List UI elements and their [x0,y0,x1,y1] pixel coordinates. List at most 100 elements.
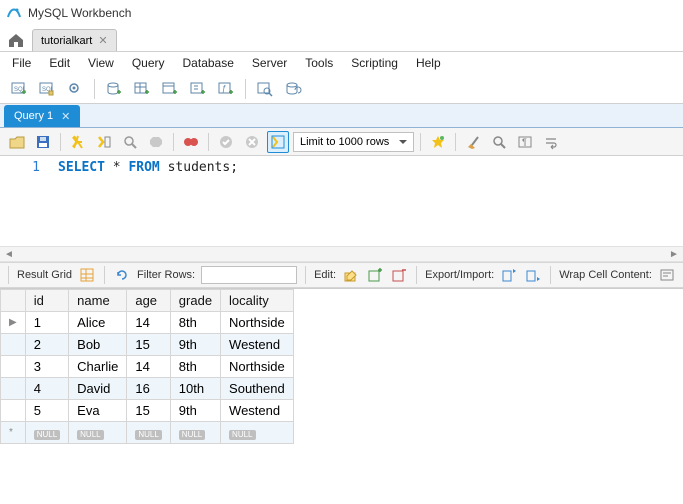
cell[interactable]: 15 [127,400,170,422]
column-header-age[interactable]: age [127,290,170,312]
cell[interactable]: 14 [127,312,170,334]
cell[interactable]: Northside [221,356,294,378]
menu-edit[interactable]: Edit [41,54,78,72]
cell[interactable]: Southend [221,378,294,400]
query-tab-bar: Query 1 ✕ [0,104,683,128]
export-button[interactable] [500,266,518,284]
execute-current-button[interactable] [93,131,115,153]
filter-rows-input[interactable] [201,266,297,284]
menu-help[interactable]: Help [408,54,449,72]
column-header-grade[interactable]: grade [170,290,220,312]
cell-null[interactable]: NULL [127,422,170,444]
connection-tab-tutorialkart[interactable]: tutorialkart ✕ [32,29,117,51]
cell[interactable]: Westend [221,334,294,356]
table-row[interactable]: 5 Eva 15 9th Westend [1,400,294,422]
horizontal-scrollbar[interactable]: ◄ ► [0,246,683,262]
open-script-button[interactable] [6,131,28,153]
menu-view[interactable]: View [80,54,122,72]
create-view-button[interactable] [159,78,181,100]
new-sql-tab-button[interactable]: SQL [8,78,30,100]
menu-tools[interactable]: Tools [297,54,341,72]
result-grid-icon[interactable] [78,266,96,284]
cell[interactable]: 10th [170,378,220,400]
cell-null[interactable]: NULL [25,422,68,444]
explain-button[interactable] [119,131,141,153]
rollback-button[interactable] [241,131,263,153]
table-row[interactable]: 4 David 16 10th Southend [1,378,294,400]
commit-button[interactable] [215,131,237,153]
cell[interactable]: 14 [127,356,170,378]
execute-button[interactable] [67,131,89,153]
scroll-left-icon[interactable]: ◄ [2,247,16,261]
menu-server[interactable]: Server [244,54,295,72]
column-header-locality[interactable]: locality [221,290,294,312]
brush-button[interactable] [462,131,484,153]
home-button[interactable] [4,29,28,51]
invisible-chars-button[interactable]: ¶ [514,131,536,153]
menu-database[interactable]: Database [175,54,242,72]
beautify-button[interactable] [427,131,449,153]
cell[interactable]: 3 [25,356,68,378]
result-table[interactable]: id name age grade locality ▶ 1 Alice 14 … [0,289,294,444]
search-table-data-button[interactable] [254,78,276,100]
word-wrap-button[interactable] [540,131,562,153]
cell[interactable]: Westend [221,400,294,422]
reconnect-button[interactable] [282,78,304,100]
menu-file[interactable]: File [4,54,39,72]
cell[interactable]: Bob [69,334,127,356]
cell-null[interactable]: NULL [69,422,127,444]
cell[interactable]: 16 [127,378,170,400]
cell[interactable]: 9th [170,400,220,422]
column-header-id[interactable]: id [25,290,68,312]
save-script-button[interactable] [32,131,54,153]
find-button[interactable] [488,131,510,153]
open-sql-file-button[interactable]: SQL [36,78,58,100]
table-row[interactable]: 2 Bob 15 9th Westend [1,334,294,356]
cell[interactable]: 1 [25,312,68,334]
stop-button[interactable] [145,131,167,153]
close-icon[interactable]: ✕ [61,110,70,123]
cell[interactable]: 9th [170,334,220,356]
cell[interactable]: 8th [170,356,220,378]
cell[interactable]: 2 [25,334,68,356]
limit-rows-dropdown[interactable]: Limit to 1000 rows [293,132,414,152]
cell-null[interactable]: NULL [170,422,220,444]
cell[interactable]: 8th [170,312,220,334]
close-icon[interactable]: ✕ [98,34,107,47]
cell[interactable]: David [69,378,127,400]
cell[interactable]: Eva [69,400,127,422]
table-row[interactable]: ▶ 1 Alice 14 8th Northside [1,312,294,334]
cell[interactable]: Charlie [69,356,127,378]
create-schema-button[interactable] [103,78,125,100]
create-table-button[interactable] [131,78,153,100]
delete-row-button[interactable] [390,266,408,284]
code-area[interactable]: SELECT * FROM students; [50,160,238,246]
create-function-button[interactable]: ƒ [215,78,237,100]
create-procedure-button[interactable] [187,78,209,100]
scroll-right-icon[interactable]: ► [667,247,681,261]
menu-scripting[interactable]: Scripting [343,54,406,72]
query-tab-1[interactable]: Query 1 ✕ [4,105,80,127]
row-indicator [1,356,26,378]
refresh-button[interactable] [113,266,131,284]
insert-row[interactable]: * NULL NULL NULL NULL NULL [1,422,294,444]
table-row[interactable]: 3 Charlie 14 8th Northside [1,356,294,378]
column-header-name[interactable]: name [69,290,127,312]
edit-row-button[interactable] [342,266,360,284]
import-button[interactable] [524,266,542,284]
cell[interactable]: 4 [25,378,68,400]
cell-null[interactable]: NULL [221,422,294,444]
cell[interactable]: Alice [69,312,127,334]
autocommit-toggle[interactable] [267,131,289,153]
wrap-cell-button[interactable] [658,266,676,284]
result-grid[interactable]: id name age grade locality ▶ 1 Alice 14 … [0,288,683,444]
sql-keyword-from: FROM [128,160,159,175]
menu-query[interactable]: Query [124,54,173,72]
cell[interactable]: 5 [25,400,68,422]
sql-editor[interactable]: 1 SELECT * FROM students; [0,156,683,246]
toggle-stop-on-error-button[interactable] [180,131,202,153]
cell[interactable]: 15 [127,334,170,356]
cell[interactable]: Northside [221,312,294,334]
add-row-button[interactable] [366,266,384,284]
inspector-button[interactable] [64,78,86,100]
